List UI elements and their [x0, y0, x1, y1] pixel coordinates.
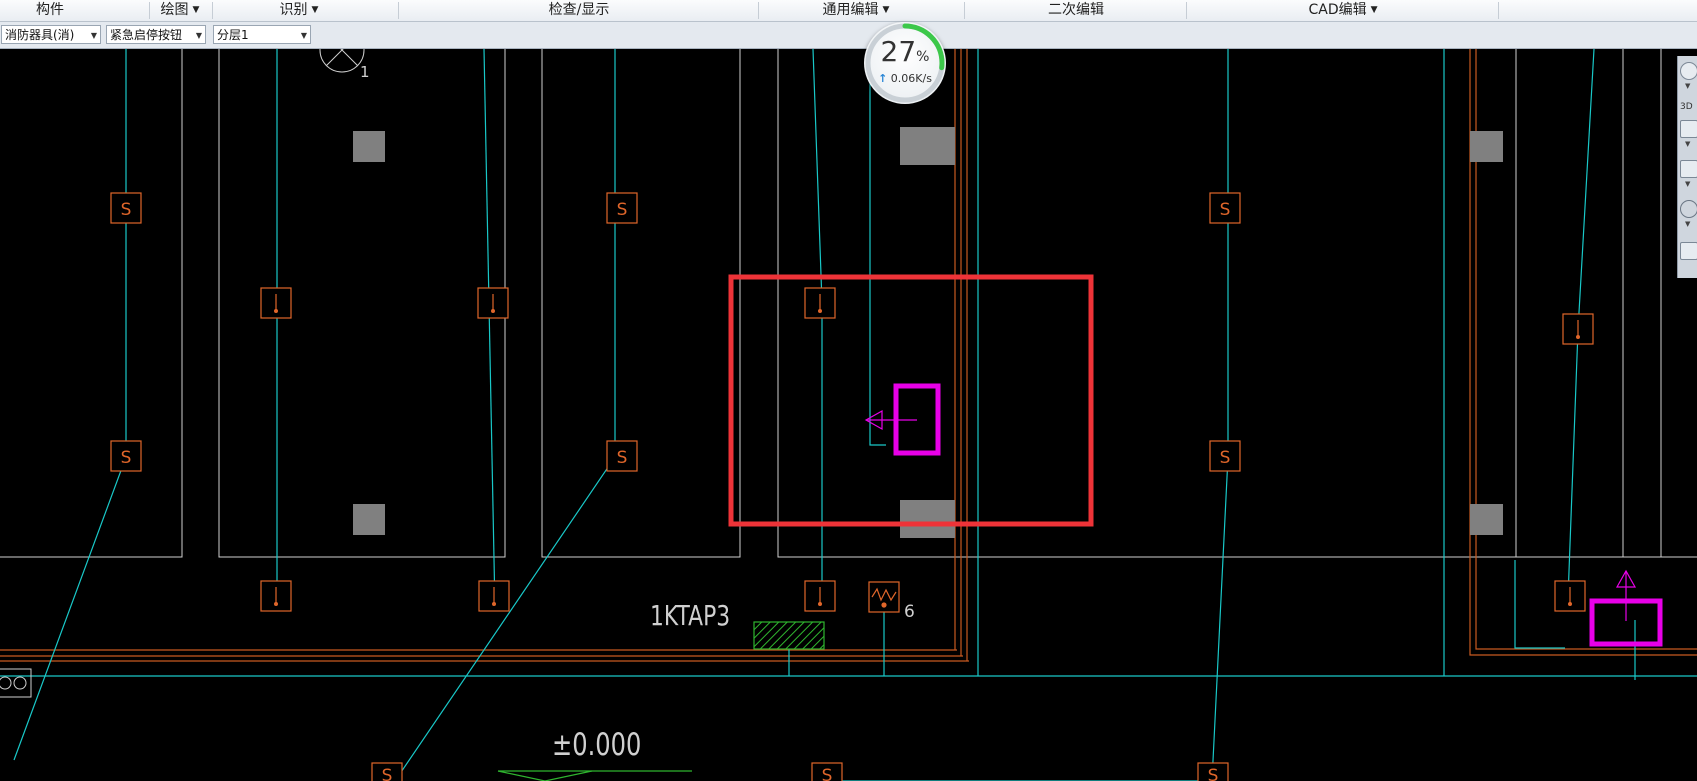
- selection-arrow-up: [1615, 569, 1637, 621]
- columns: [353, 127, 1503, 538]
- menu-bar: 构件 绘图 ▼ 识别 ▼ 检查/显示 通用编辑 ▼ 二次编辑 CAD编辑 ▼: [0, 0, 1697, 22]
- component-type-value: 消防器具(消): [5, 28, 75, 42]
- upload-speed-value: 0.06K/s: [890, 72, 932, 85]
- axis-bubble: [319, 49, 365, 73]
- svg-text:S: S: [617, 448, 628, 468]
- index-number-label: 6: [904, 602, 915, 622]
- chevron-down-icon: ▼: [1370, 5, 1378, 15]
- elevation-label: ±0.000: [552, 726, 641, 763]
- percent-unit: %: [916, 49, 930, 65]
- component-name-value: 紧急启停按钮: [110, 28, 183, 42]
- svg-text:S: S: [1208, 766, 1219, 781]
- distribution-panel: [753, 621, 825, 650]
- selection-arrow-left: [864, 409, 917, 431]
- panel-tag-label: 1KTAP3: [650, 599, 730, 631]
- menu-cad-edit[interactable]: CAD编辑 ▼: [1188, 0, 1498, 21]
- chevron-down-icon: ▼: [192, 5, 200, 15]
- svg-text:S: S: [1220, 448, 1231, 468]
- cyan-pipes: [0, 49, 1697, 781]
- room-walls: [0, 49, 1697, 558]
- svg-text:S: S: [822, 766, 833, 781]
- drawing-canvas[interactable]: S S S S S S S S S 6 1 1KTAP3 ±0.000: [0, 49, 1697, 781]
- svg-text:S: S: [121, 448, 132, 468]
- menu-component-label: 构件: [36, 2, 64, 18]
- orbit-icon[interactable]: [1680, 200, 1697, 218]
- menu-check-display-label: 检查/显示: [548, 2, 610, 18]
- chevron-down-icon: ▼: [1685, 82, 1691, 90]
- percent-value: 27: [880, 35, 917, 68]
- chevron-down-icon: ▼: [195, 31, 202, 40]
- chevron-down-icon: ▼: [1685, 140, 1691, 148]
- chevron-down-icon: ▼: [90, 31, 97, 40]
- grid-view-icon[interactable]: [1680, 242, 1697, 260]
- speaker-letters: S S S S S S S S S: [121, 200, 1231, 781]
- property-toolbar: 消防器具(消) ▼ 紧急启停按钮 ▼ 分层1 ▼: [0, 22, 1697, 49]
- menu-cad-edit-label: CAD编辑: [1308, 2, 1367, 18]
- menu-draw[interactable]: 绘图 ▼: [150, 0, 210, 21]
- chevron-down-icon: ▼: [1685, 220, 1691, 228]
- layer-select[interactable]: 分层1 ▼: [213, 25, 311, 44]
- svg-text:S: S: [617, 200, 628, 220]
- chevron-down-icon: ▼: [311, 5, 319, 15]
- chevron-down-icon: ▼: [300, 31, 307, 40]
- partial-symbol: [0, 668, 32, 698]
- network-speed-widget[interactable]: 27% ↑ 0.06K/s: [864, 22, 946, 104]
- menu-component[interactable]: 构件: [0, 0, 100, 21]
- emergency-button-symbols: [260, 287, 1594, 612]
- component-name-select[interactable]: 紧急启停按钮 ▼: [106, 25, 206, 44]
- speaker-symbols: [110, 192, 1241, 781]
- svg-text:S: S: [382, 766, 393, 781]
- box-view-icon[interactable]: [1680, 120, 1697, 138]
- svg-text:S: S: [1220, 200, 1231, 220]
- menu-recognize-label: 识别: [279, 2, 308, 18]
- layer-value: 分层1: [217, 28, 249, 42]
- orange-walls: [0, 49, 1697, 662]
- axis-number-label: 1: [360, 63, 370, 81]
- chevron-down-icon: ▼: [882, 5, 890, 15]
- component-type-select[interactable]: 消防器具(消) ▼: [1, 25, 101, 44]
- chevron-down-icon: ▼: [1685, 180, 1691, 188]
- menu-draw-label: 绘图: [160, 2, 189, 18]
- detector-symbol: [868, 581, 900, 613]
- upload-speed: ↑ 0.06K/s: [864, 72, 946, 85]
- menu-secondary-edit-label: 二次编辑: [1048, 2, 1104, 18]
- menu-recognize[interactable]: 识别 ▼: [214, 0, 384, 21]
- menu-general-edit[interactable]: 通用编辑 ▼: [760, 0, 952, 21]
- label-3d: 3D: [1680, 102, 1693, 112]
- progress-percent: 27%: [864, 35, 946, 68]
- highlight-box: [728, 274, 1094, 527]
- svg-text:S: S: [121, 200, 132, 220]
- sphere-view-icon[interactable]: [1680, 62, 1697, 80]
- menu-secondary-edit[interactable]: 二次编辑: [966, 0, 1186, 21]
- view-toolbar: ▼ 3D ▼ ▼ ▼: [1677, 56, 1697, 278]
- cube-view-icon[interactable]: [1680, 160, 1697, 178]
- elevation-marker: [497, 770, 692, 781]
- menu-check-display[interactable]: 检查/显示: [400, 0, 758, 21]
- arrow-up-icon: ↑: [878, 72, 888, 85]
- menu-general-edit-label: 通用编辑: [822, 2, 879, 18]
